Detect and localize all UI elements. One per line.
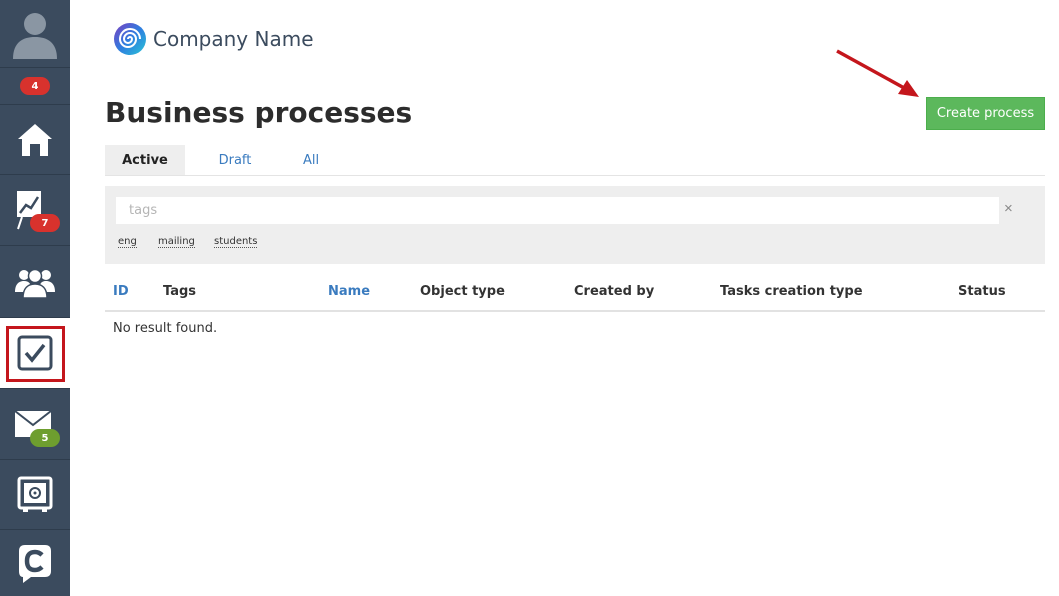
- column-header-tags: Tags: [163, 284, 197, 299]
- company-logo[interactable]: Company Name: [113, 22, 314, 56]
- sidebar-item-chat[interactable]: [0, 530, 70, 596]
- tags-search-input[interactable]: [116, 197, 999, 224]
- annotation-arrow-icon: [836, 49, 919, 97]
- sidebar-item-reports[interactable]: 7: [0, 175, 70, 246]
- sidebar-notifications[interactable]: 4: [0, 68, 70, 105]
- active-item-highlight: [6, 326, 65, 382]
- chat-c-icon: [19, 545, 51, 583]
- tab-all[interactable]: All: [291, 145, 331, 175]
- sidebar: 4 7 5: [0, 0, 70, 596]
- tab-active[interactable]: Active: [105, 145, 185, 175]
- spiral-logo-icon: [114, 23, 146, 55]
- sidebar-item-storage[interactable]: [0, 460, 70, 530]
- column-header-name[interactable]: Name: [328, 284, 370, 299]
- sidebar-item-home[interactable]: [0, 105, 70, 175]
- tab-draft[interactable]: Draft: [205, 145, 265, 175]
- users-group-icon: [15, 268, 55, 298]
- sidebar-item-contacts[interactable]: [0, 246, 70, 318]
- notifications-badge: 4: [20, 77, 50, 95]
- tag-chip-mailing[interactable]: mailing: [158, 236, 195, 248]
- column-header-object-type: Object type: [420, 284, 505, 299]
- create-process-button[interactable]: Create process: [926, 97, 1045, 130]
- reports-badge: 7: [30, 214, 60, 232]
- home-icon: [18, 123, 52, 156]
- empty-table-message: No result found.: [113, 321, 218, 336]
- status-tabs: Active Draft All: [105, 145, 1045, 176]
- column-header-created-by: Created by: [574, 284, 655, 299]
- tag-chip-students[interactable]: students: [214, 236, 258, 248]
- sidebar-avatar[interactable]: [0, 0, 70, 68]
- user-avatar-icon: [13, 12, 57, 59]
- tag-filter-panel: × eng mailing students: [105, 186, 1045, 264]
- column-header-status: Status: [958, 284, 1006, 299]
- messages-badge: 5: [30, 429, 60, 447]
- safe-icon: [17, 476, 53, 512]
- company-name: Company Name: [153, 27, 314, 51]
- tag-chip-eng[interactable]: eng: [118, 236, 137, 248]
- table-header: ID Tags Name Object type Created by Task…: [105, 280, 1045, 312]
- column-header-tasks-creation-type: Tasks creation type: [720, 284, 863, 299]
- column-header-id[interactable]: ID: [113, 284, 129, 299]
- clear-filter-icon[interactable]: ×: [1004, 200, 1013, 217]
- sidebar-item-messages[interactable]: 5: [0, 389, 70, 460]
- page-title: Business processes: [105, 96, 413, 129]
